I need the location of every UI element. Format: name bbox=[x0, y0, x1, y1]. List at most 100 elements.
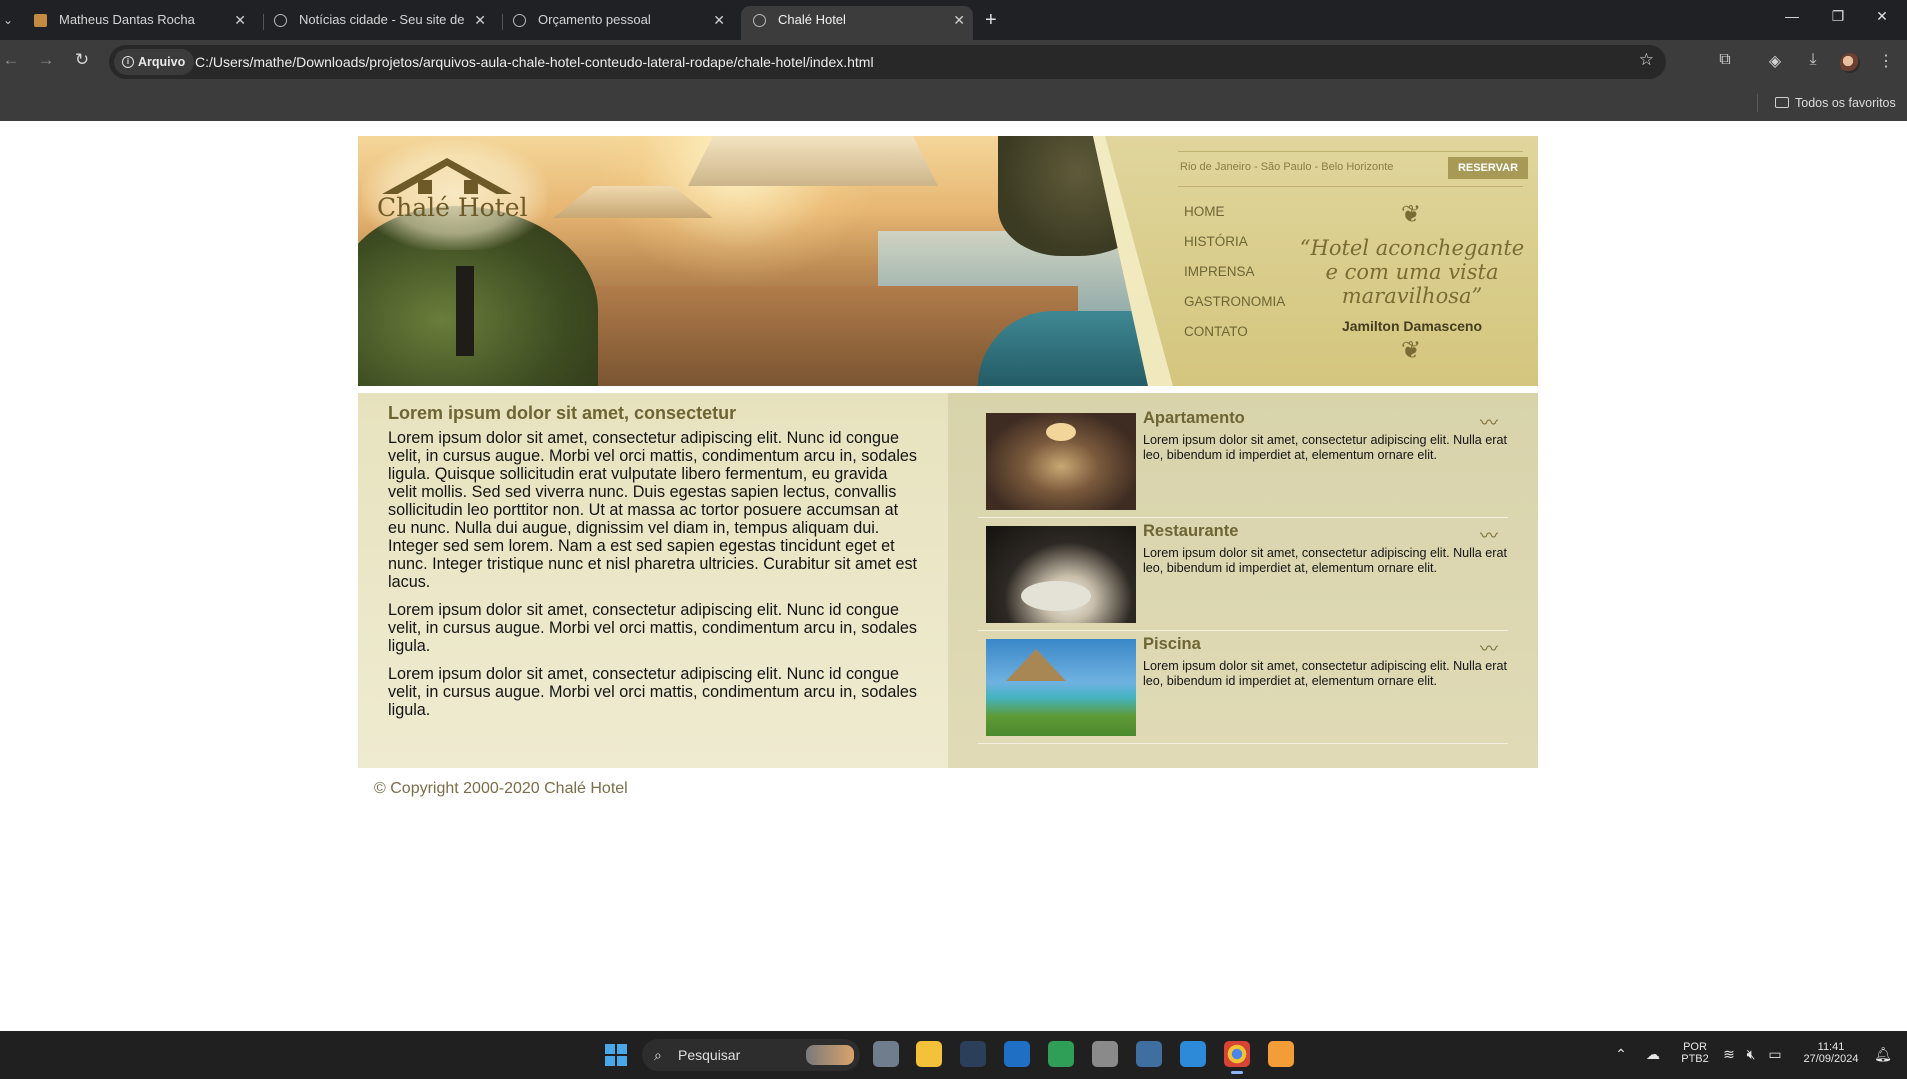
side-item-text: Lorem ipsum dolor sit amet, consectetur … bbox=[1143, 433, 1507, 462]
minimize-icon[interactable]: — bbox=[1782, 8, 1802, 24]
side-column: Apartamento 〰 Lorem ipsum dolor sit amet… bbox=[948, 393, 1538, 768]
forward-arrow-icon[interactable]: → bbox=[35, 50, 57, 70]
testimonial-quote: “Hotel aconchegante e com uma vista mara… bbox=[1299, 236, 1525, 308]
wave-ornament-icon: 〰 bbox=[1480, 639, 1498, 659]
main-menu: HOME HISTÓRIA IMPRENSA GASTRONOMIA CONTA… bbox=[1184, 204, 1285, 354]
download-icon[interactable]: ⤓ bbox=[1803, 51, 1823, 69]
wave-ornament-icon: 〰 bbox=[1480, 413, 1498, 433]
tab-matheus[interactable]: Matheus Dantas Rocha ✕ bbox=[22, 6, 254, 40]
terminal-app-icon[interactable] bbox=[960, 1041, 986, 1067]
globe-icon bbox=[274, 14, 287, 27]
tools-app-icon[interactable] bbox=[1092, 1041, 1118, 1067]
site-logo[interactable]: Chalé Hotel bbox=[362, 140, 547, 250]
main-paragraph: Lorem ipsum dolor sit amet, consectetur … bbox=[388, 429, 918, 591]
kebab-menu-icon[interactable]: ⋮ bbox=[1876, 51, 1896, 71]
window-close-icon[interactable]: ✕ bbox=[1872, 8, 1892, 25]
folder-icon bbox=[1775, 97, 1789, 108]
tab-orcamento[interactable]: Orçamento pessoal ✕ bbox=[501, 6, 733, 40]
side-item-apartamento: Apartamento 〰 Lorem ipsum dolor sit amet… bbox=[978, 405, 1508, 518]
site-info-chip[interactable]: i Arquivo bbox=[114, 49, 195, 75]
task-view-icon[interactable] bbox=[873, 1041, 899, 1067]
profile-avatar[interactable] bbox=[1840, 53, 1860, 73]
wifi-icon[interactable]: ≋ bbox=[1720, 1046, 1738, 1063]
language-indicator[interactable]: POR PTB2 bbox=[1680, 1041, 1710, 1065]
globe-icon bbox=[513, 14, 526, 27]
tab-label: Orçamento pessoal bbox=[538, 12, 651, 27]
close-icon[interactable]: ✕ bbox=[713, 6, 725, 34]
all-bookmarks-folder[interactable]: Todos os favoritos bbox=[1775, 94, 1896, 112]
globe-icon bbox=[753, 14, 766, 27]
tab-chale-hotel[interactable]: Chalé Hotel ✕ bbox=[741, 6, 973, 40]
piscina-photo bbox=[986, 639, 1136, 736]
content-area: Lorem ipsum dolor sit amet, consectetur … bbox=[358, 393, 1538, 768]
reload-icon[interactable]: ↻ bbox=[71, 50, 93, 70]
info-icon: i bbox=[122, 56, 134, 68]
menu-item-imprensa[interactable]: IMPRENSA bbox=[1184, 264, 1285, 294]
browser-toolbar: ← → ↻ i Arquivo C:/Users/mathe/Downloads… bbox=[0, 40, 1907, 86]
windows-taskbar: ⌕ Pesquisar ⌃ ☁ POR PTB2 ≋ 🔇︎ ▭ 11:41 27… bbox=[0, 1031, 1907, 1079]
tab-label: Chalé Hotel bbox=[778, 12, 846, 27]
vscode-icon[interactable] bbox=[1180, 1041, 1206, 1067]
notepad-icon[interactable] bbox=[1048, 1041, 1074, 1067]
onedrive-cloud-icon[interactable]: ☁ bbox=[1644, 1046, 1662, 1063]
close-icon[interactable]: ✕ bbox=[953, 6, 965, 34]
side-item-text: Lorem ipsum dolor sit amet, consectetur … bbox=[1143, 659, 1507, 688]
header-panel: Rio de Janeiro - São Paulo - Belo Horizo… bbox=[1178, 136, 1538, 386]
site-footer: © Copyright 2000-2020 Chalé Hotel bbox=[358, 768, 1538, 810]
all-bookmarks-label: Todos os favoritos bbox=[1795, 96, 1896, 110]
address-bar[interactable]: i Arquivo C:/Users/mathe/Downloads/proje… bbox=[109, 45, 1666, 79]
side-item-text: Lorem ipsum dolor sit amet, consectetur … bbox=[1143, 546, 1507, 575]
windows-start-icon[interactable] bbox=[605, 1044, 627, 1066]
page-viewport: Chalé Hotel Rio de Janeiro - São Paulo -… bbox=[0, 121, 1907, 1031]
tab-label: Notícias cidade - Seu site de no bbox=[299, 12, 464, 27]
menu-item-gastronomia[interactable]: GASTRONOMIA bbox=[1184, 294, 1285, 324]
sublime-text-icon[interactable] bbox=[1268, 1041, 1294, 1067]
main-paragraph: Lorem ipsum dolor sit amet, consectetur … bbox=[388, 665, 918, 719]
battery-icon[interactable]: ▭ bbox=[1766, 1046, 1784, 1063]
side-item-piscina: Piscina 〰 Lorem ipsum dolor sit amet, co… bbox=[978, 631, 1508, 744]
performance-icon[interactable]: ◈ bbox=[1765, 51, 1785, 71]
cities-text: Rio de Janeiro - São Paulo - Belo Horizo… bbox=[1180, 161, 1394, 173]
notification-bell-icon[interactable]: 🔔︎ bbox=[1874, 1046, 1892, 1063]
side-item-restaurante: Restaurante 〰 Lorem ipsum dolor sit amet… bbox=[978, 518, 1508, 631]
menu-item-historia[interactable]: HISTÓRIA bbox=[1184, 234, 1285, 264]
outlook-icon[interactable] bbox=[1004, 1041, 1030, 1067]
clock-date: 27/09/2024 bbox=[1803, 1053, 1859, 1065]
main-title: Lorem ipsum dolor sit amet, consectetur bbox=[388, 403, 737, 423]
tab-search-chevron-icon[interactable]: ⌄ bbox=[0, 8, 16, 32]
back-arrow-icon[interactable]: ← bbox=[0, 50, 22, 70]
apartamento-photo bbox=[986, 413, 1136, 510]
postgres-icon[interactable] bbox=[1136, 1041, 1162, 1067]
taskbar-search-label: Pesquisar bbox=[678, 1047, 741, 1063]
logo-text: Chalé Hotel bbox=[377, 193, 528, 222]
testimonial-author: Jamilton Damasceno bbox=[1341, 318, 1483, 334]
close-icon[interactable]: ✕ bbox=[474, 6, 486, 34]
tray-chevron-icon[interactable]: ⌃ bbox=[1612, 1046, 1630, 1063]
main-column: Lorem ipsum dolor sit amet, consectetur … bbox=[358, 393, 948, 768]
keyboard-layout: PTB2 bbox=[1681, 1053, 1709, 1065]
bookmark-star-icon[interactable]: ☆ bbox=[1639, 50, 1654, 70]
language-code: POR bbox=[1683, 1041, 1707, 1053]
restaurante-photo bbox=[986, 526, 1136, 623]
restore-icon[interactable]: ❐ bbox=[1828, 8, 1848, 25]
close-icon[interactable]: ✕ bbox=[234, 6, 246, 34]
reserve-button[interactable]: RESERVAR bbox=[1448, 157, 1528, 179]
volume-muted-icon[interactable]: 🔇︎ bbox=[1742, 1046, 1760, 1063]
wave-ornament-icon: 〰 bbox=[1480, 526, 1498, 546]
tab-noticias[interactable]: Notícias cidade - Seu site de no ✕ bbox=[262, 6, 494, 40]
file-explorer-icon[interactable] bbox=[916, 1041, 942, 1067]
menu-item-contato[interactable]: CONTATO bbox=[1184, 324, 1285, 354]
menu-item-home[interactable]: HOME bbox=[1184, 204, 1285, 234]
taskbar-search[interactable]: ⌕ Pesquisar bbox=[642, 1039, 860, 1071]
url-text[interactable]: C:/Users/mathe/Downloads/projetos/arquiv… bbox=[195, 45, 874, 79]
extensions-icon[interactable]: ⧉ bbox=[1715, 51, 1735, 69]
clock[interactable]: 11:41 27/09/2024 bbox=[1795, 1041, 1867, 1065]
search-icon: ⌕ bbox=[654, 1047, 662, 1063]
side-item-title: Restaurante bbox=[1143, 522, 1239, 540]
site-info-label: Arquivo bbox=[138, 55, 186, 69]
tab-bar: ⌄ Matheus Dantas Rocha ✕ Notícias cidade… bbox=[0, 0, 1907, 40]
side-item-title: Piscina bbox=[1143, 635, 1201, 653]
site-header: Chalé Hotel Rio de Janeiro - São Paulo -… bbox=[358, 136, 1538, 386]
new-tab-plus-icon[interactable]: + bbox=[985, 6, 997, 34]
chrome-icon[interactable] bbox=[1224, 1041, 1250, 1074]
